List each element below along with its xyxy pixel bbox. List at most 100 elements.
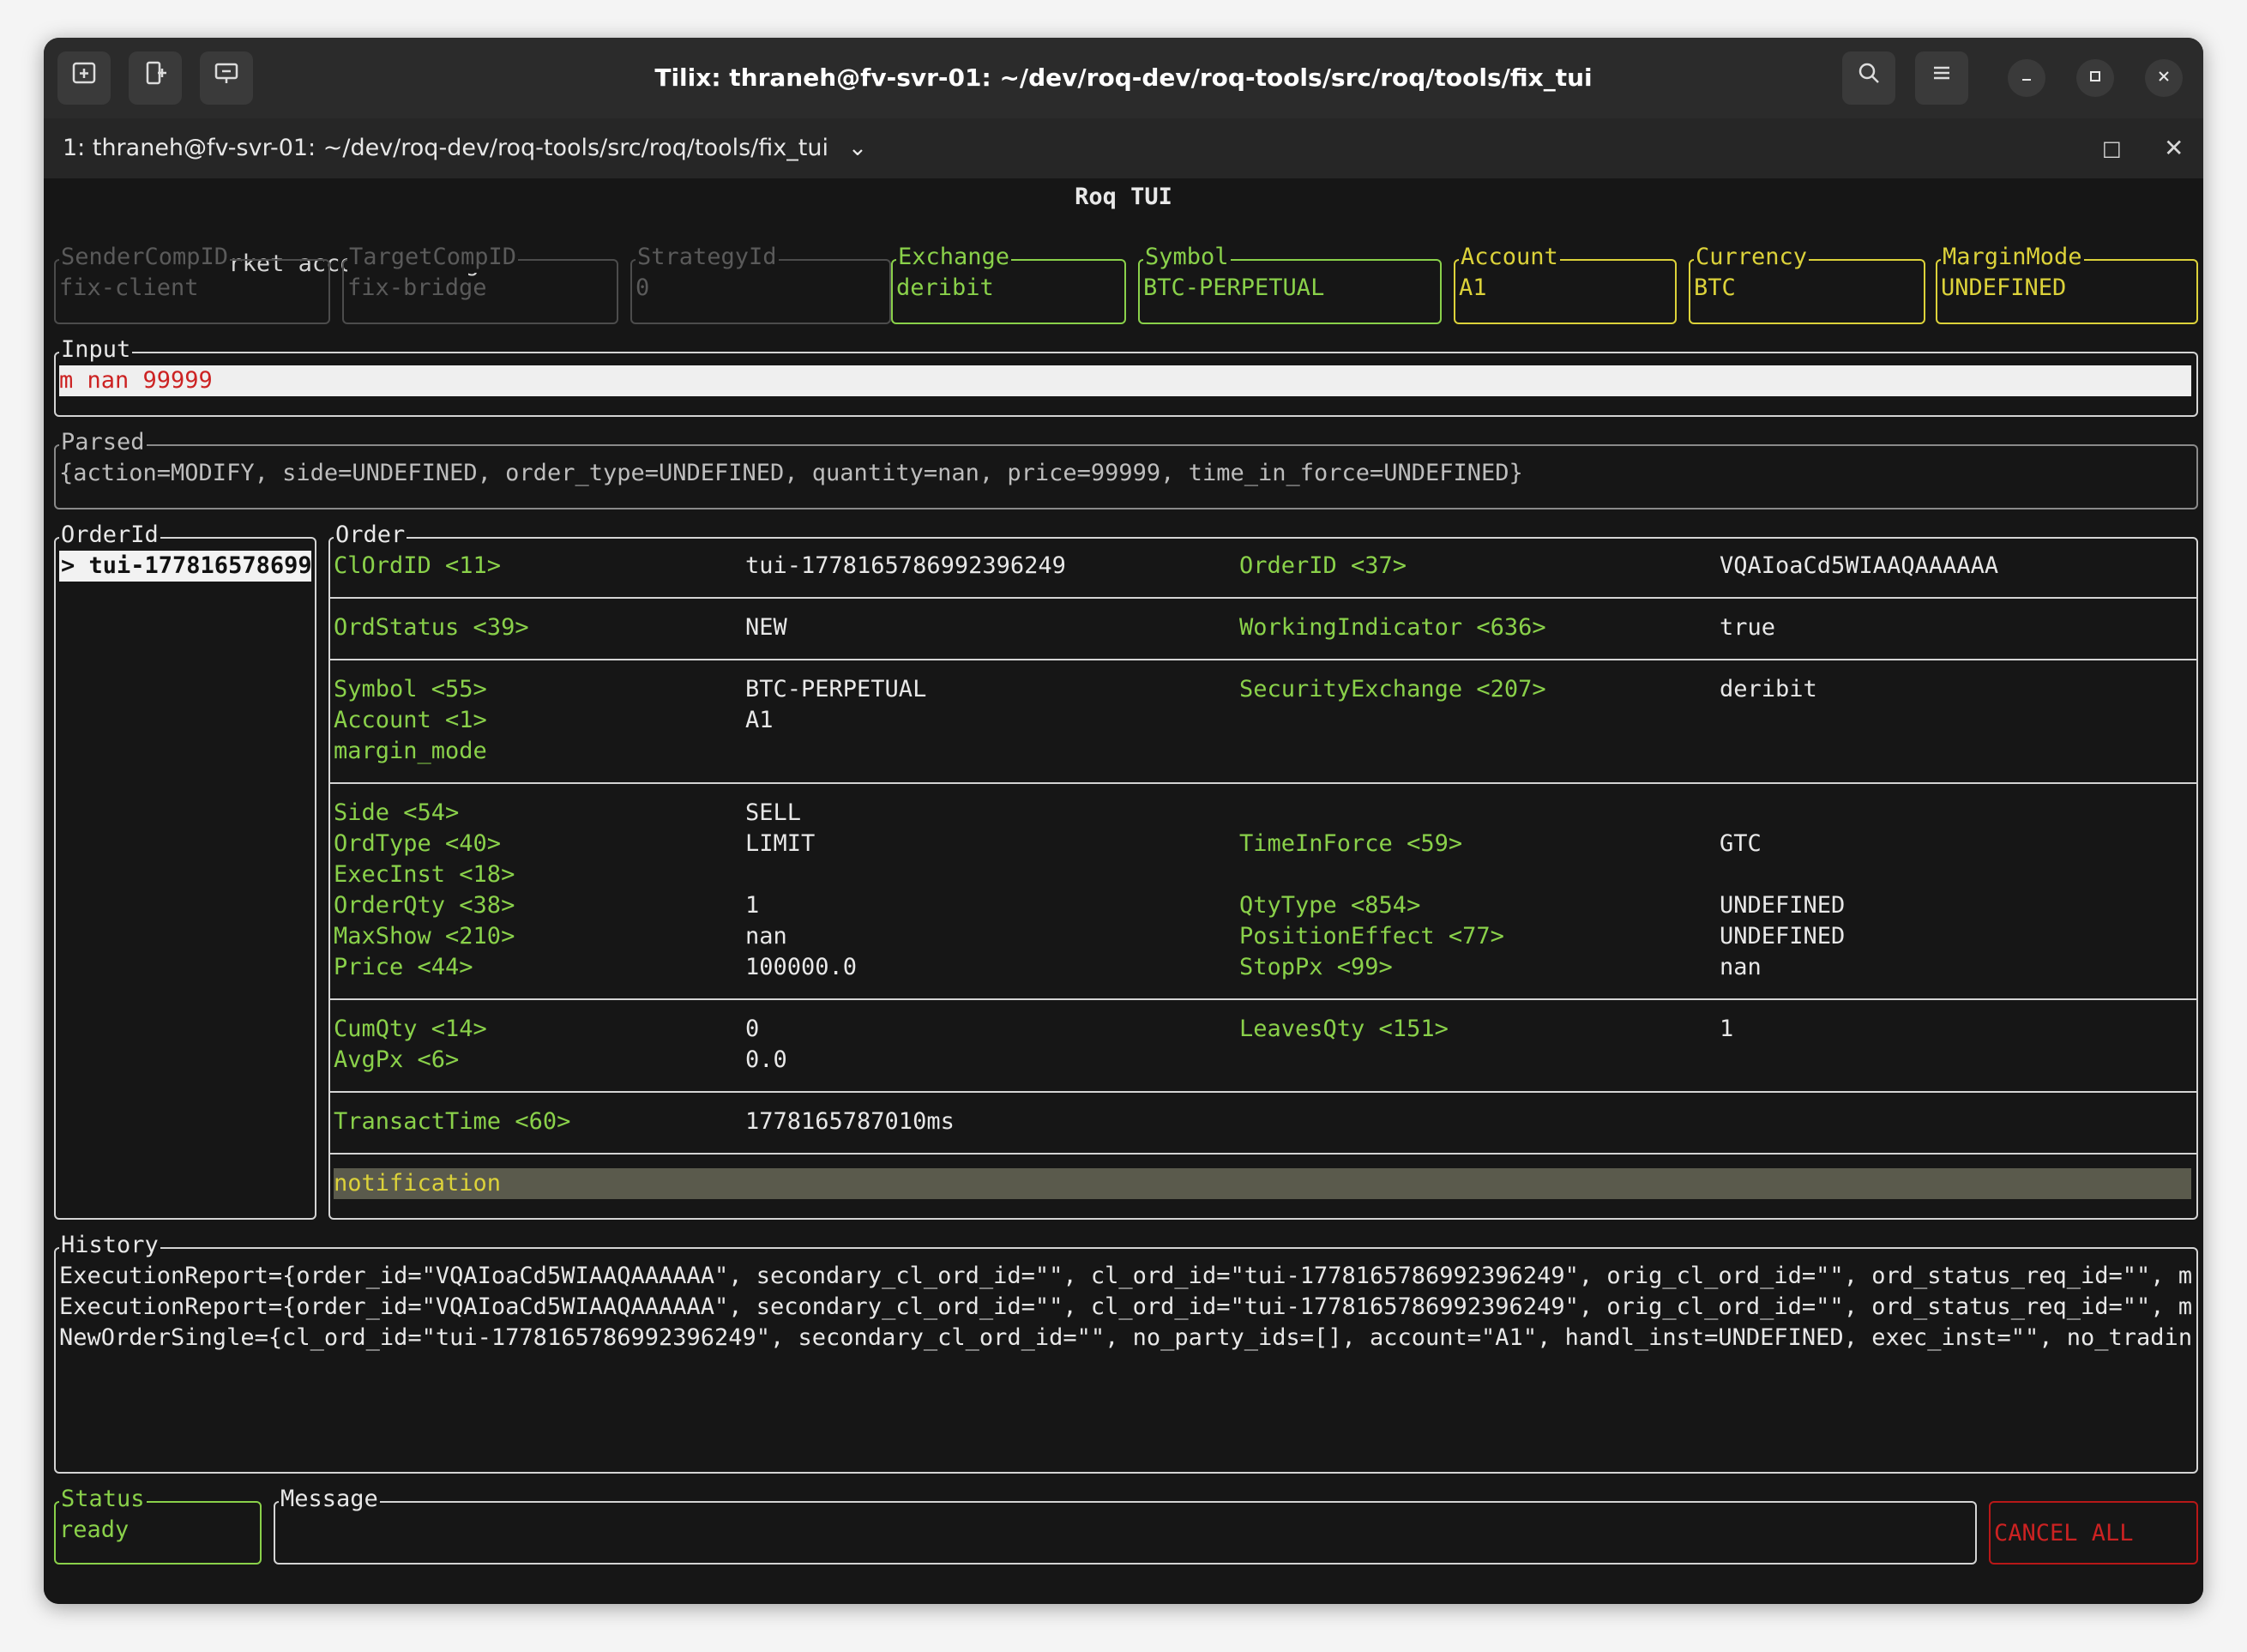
account-value: A1 <box>1459 274 1487 301</box>
maximize-terminal-icon[interactable]: □ <box>2102 118 2122 178</box>
account-value-order: A1 <box>745 707 774 733</box>
row-divider <box>330 1091 2196 1093</box>
security-exchange-key: SecurityExchange <207> <box>1239 676 1546 702</box>
command-input[interactable]: m nan 99999 <box>59 365 2191 396</box>
status-label: Status <box>59 1484 147 1515</box>
history-label: History <box>59 1230 160 1261</box>
history-list[interactable]: ExecutionReport={order_id="VQAIoaCd5WIAA… <box>59 1261 2191 1467</box>
terminal-tab-bar: 1: thraneh@fv-svr-01: ~/dev/roq-dev/roq-… <box>44 118 2203 178</box>
history-line: NewOrderSingle={cl_ord_id="tui-177816578… <box>59 1324 2191 1351</box>
history-line: ExecutionReport={order_id="VQAIoaCd5WIAA… <box>59 1293 2191 1320</box>
command-input-value: m nan 99999 <box>59 367 213 394</box>
exchange-field[interactable]: Exchange deribit <box>891 242 1126 324</box>
stoppx-key: StopPx <99> <box>1239 954 1393 980</box>
maximize-icon[interactable] <box>2076 59 2114 97</box>
qtytype-value: UNDEFINED <box>1720 892 1846 919</box>
clordid-value: tui-1778165786992396249 <box>745 552 1066 579</box>
margin-mode-value: UNDEFINED <box>1941 274 2067 301</box>
notification-text: notification <box>334 1170 502 1197</box>
account-field[interactable]: Account A1 <box>1454 242 1677 324</box>
chevron-down-icon[interactable]: ⌄ <box>848 135 868 161</box>
close-icon[interactable] <box>2145 59 2183 97</box>
ordstatus-key: OrdStatus <39> <box>334 614 529 641</box>
status-panel: Status ready <box>54 1484 262 1565</box>
exchange-value: deribit <box>896 274 994 301</box>
ordstatus-value: NEW <box>745 614 787 641</box>
security-exchange-value: deribit <box>1720 676 1817 702</box>
avgpx-value: 0.0 <box>745 1046 787 1073</box>
message-panel[interactable]: Message <box>274 1484 1977 1565</box>
side-value: SELL <box>745 799 802 826</box>
position-effect-value: UNDEFINED <box>1720 923 1846 950</box>
symbol-field[interactable]: Symbol BTC-PERPETUAL <box>1138 242 1442 324</box>
clordid-key: ClOrdID <11> <box>334 552 502 579</box>
order-id-list-item[interactable]: > tui-177816578699 <box>59 551 311 582</box>
execinst-key: ExecInst <18> <box>334 861 515 888</box>
parsed-panel: Parsed {action=MODIFY, side=UNDEFINED, o… <box>54 427 2198 509</box>
cancel-all-button[interactable]: CANCEL ALL <box>1989 1501 2198 1565</box>
menu-icon[interactable] <box>1915 51 1968 105</box>
cumqty-value: 0 <box>745 1016 760 1042</box>
transact-time-value: 1778165787010ms <box>745 1108 955 1135</box>
position-effect-key: PositionEffect <77> <box>1239 923 1504 950</box>
target-comp-id-value: fix-bridge <box>347 274 487 301</box>
minimize-icon[interactable] <box>2008 59 2045 97</box>
qtytype-key: QtyType <854> <box>1239 892 1421 919</box>
close-terminal-icon[interactable]: ✕ <box>2164 118 2184 178</box>
currency-label: Currency <box>1694 242 1810 273</box>
row-divider <box>330 1153 2196 1155</box>
account-label: Account <box>1459 242 1560 273</box>
symbol-label: Symbol <box>1143 242 1231 273</box>
parsed-value: {action=MODIFY, side=UNDEFINED, order_ty… <box>59 460 1523 486</box>
cancel-all-label: CANCEL ALL <box>1994 1520 2134 1546</box>
row-divider <box>330 597 2196 599</box>
app-title: Roq TUI <box>1075 184 1172 210</box>
terminal-content: Roq TUI home market account debug Sender… <box>44 178 2203 1604</box>
time-in-force-key: TimeInForce <59> <box>1239 830 1463 857</box>
price-key: Price <44> <box>334 954 473 980</box>
account-key: Account <1> <box>334 707 487 733</box>
message-label: Message <box>279 1484 380 1515</box>
avgpx-key: AvgPx <6> <box>334 1046 460 1073</box>
leavesqty-value: 1 <box>1720 1016 1734 1042</box>
ordtype-value: LIMIT <box>745 830 816 857</box>
sender-comp-id-value: fix-client <box>59 274 199 301</box>
row-divider <box>330 782 2196 784</box>
notification-bar: notification <box>334 1168 2191 1199</box>
strategy-id-label: StrategyId <box>636 242 779 273</box>
sender-comp-id-field: SenderCompID fix-client <box>54 242 330 324</box>
symbol-value: BTC-PERPETUAL <box>1143 274 1325 301</box>
history-panel: History ExecutionReport={order_id="VQAIo… <box>54 1230 2198 1474</box>
terminal-window: Tilix: thraneh@fv-svr-01: ~/dev/roq-dev/… <box>44 38 2203 1604</box>
currency-value: BTC <box>1694 274 1736 301</box>
exchange-label: Exchange <box>896 242 1012 273</box>
terminal-tab-title: 1: thraneh@fv-svr-01: ~/dev/roq-dev/roq-… <box>63 135 828 161</box>
leavesqty-key: LeavesQty <151> <box>1239 1016 1449 1042</box>
search-icon[interactable] <box>1842 51 1895 105</box>
title-bar: Tilix: thraneh@fv-svr-01: ~/dev/roq-dev/… <box>44 38 2203 118</box>
margin-mode-field[interactable]: MarginMode UNDEFINED <box>1936 242 2198 324</box>
currency-field[interactable]: Currency BTC <box>1689 242 1925 324</box>
input-panel: Input m nan 99999 <box>54 335 2198 417</box>
order-id-label: OrderId <box>59 520 160 551</box>
margin-mode-label: MarginMode <box>1941 242 2084 273</box>
terminal-tab[interactable]: 1: thraneh@fv-svr-01: ~/dev/roq-dev/roq-… <box>63 118 867 178</box>
target-comp-id-label: TargetCompID <box>347 242 519 273</box>
working-indicator-key: WorkingIndicator <636> <box>1239 614 1546 641</box>
stoppx-value: nan <box>1720 954 1762 980</box>
orderid-key: OrderID <37> <box>1239 552 1407 579</box>
orderid-value: VQAIoaCd5WIAAQAAAAAA <box>1720 552 1999 579</box>
order-id-panel: OrderId > tui-177816578699 <box>54 520 316 1220</box>
window-title: Tilix: thraneh@fv-svr-01: ~/dev/roq-dev/… <box>654 63 1593 92</box>
input-label: Input <box>59 335 133 365</box>
detach-icon[interactable] <box>129 51 182 105</box>
row-divider <box>330 998 2196 1000</box>
add-terminal-icon[interactable] <box>57 51 111 105</box>
transact-time-key: TransactTime <60> <box>334 1108 571 1135</box>
target-comp-id-field: TargetCompID fix-bridge <box>342 242 618 324</box>
row-divider <box>330 659 2196 660</box>
margin-mode-key: margin_mode <box>334 738 487 764</box>
strategy-id-value: 0 <box>636 274 650 301</box>
add-session-icon[interactable] <box>200 51 253 105</box>
maxshow-value: nan <box>745 923 787 950</box>
